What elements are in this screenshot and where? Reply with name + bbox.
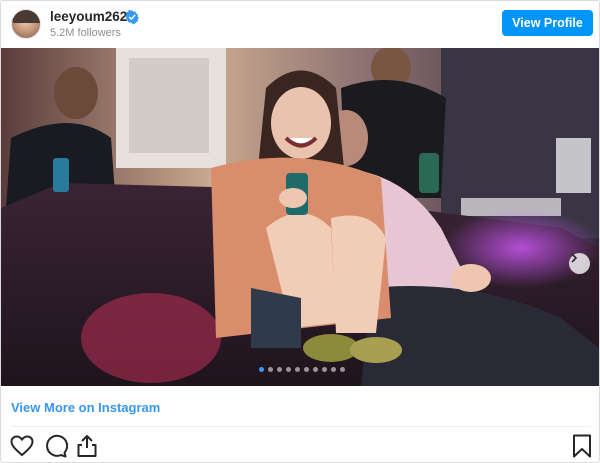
view-profile-button[interactable]: View Profile [502, 10, 593, 36]
carousel-dot [331, 367, 336, 372]
carousel-dot [340, 367, 345, 372]
instagram-embed: leeyoum262 5.2M followers View Profile V… [0, 0, 600, 463]
chevron-right-icon [571, 253, 578, 263]
carousel-dot [277, 367, 282, 372]
carousel-dot [268, 367, 273, 372]
view-more-link[interactable]: View More on Instagram [11, 400, 160, 415]
carousel-indicators [259, 367, 345, 373]
carousel-dot [286, 367, 291, 372]
carousel-dot [259, 367, 264, 372]
post-header: leeyoum262 5.2M followers View Profile [1, 1, 599, 47]
carousel-dot [322, 367, 327, 372]
photo-illustration [1, 48, 599, 386]
carousel-dot [313, 367, 318, 372]
next-slide-button[interactable] [569, 253, 590, 274]
verified-badge-icon [125, 10, 139, 24]
bookmark-icon[interactable] [569, 433, 595, 459]
comment-icon[interactable] [42, 433, 68, 459]
heart-icon[interactable] [9, 433, 35, 459]
avatar[interactable] [11, 9, 41, 39]
carousel-dot [295, 367, 300, 372]
username[interactable]: leeyoum262 [50, 9, 127, 25]
share-icon[interactable] [74, 433, 100, 459]
carousel-dot [304, 367, 309, 372]
post-photo[interactable] [1, 48, 599, 386]
follower-count: 5.2M followers [50, 27, 121, 39]
divider [11, 426, 591, 427]
